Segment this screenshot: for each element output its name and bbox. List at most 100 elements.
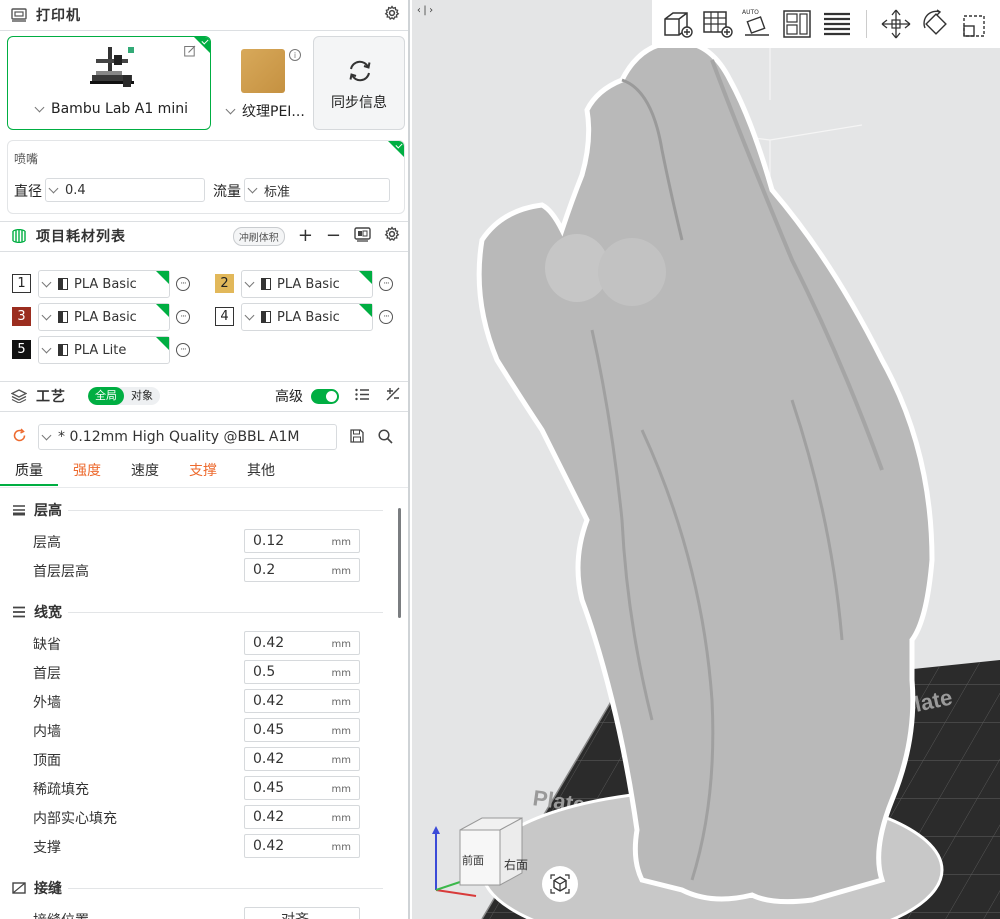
chevron-down-icon xyxy=(244,310,255,320)
more-options-icon[interactable]: ··· xyxy=(379,277,393,291)
diameter-label: 直径 xyxy=(14,184,42,200)
process-preset-select[interactable]: * 0.12mm High Quality @BBL A1M xyxy=(38,424,337,450)
left-sidebar: 打印机 Bambu Lab A1 mini i 纹理PEI... 同步信息 喷嘴… xyxy=(0,0,410,919)
save-preset-icon[interactable] xyxy=(350,429,364,447)
remove-filament-icon[interactable]: − xyxy=(326,227,341,245)
filament-slot-number[interactable]: 2 xyxy=(215,274,234,293)
global-object-switch[interactable]: 全局 对象 xyxy=(88,387,160,405)
filament-name: PLA Lite xyxy=(74,342,127,358)
scale-icon[interactable] xyxy=(959,7,993,41)
setting-value: 0.2 xyxy=(253,562,276,578)
setting-input[interactable]: 0.42 mm xyxy=(244,631,360,655)
tab-3[interactable]: 支撑 xyxy=(174,458,232,486)
unit-label: mm xyxy=(331,784,351,795)
group-title: 接缝 xyxy=(34,881,62,897)
filament-slot-number[interactable]: 4 xyxy=(215,307,234,326)
setting-input[interactable]: 0.45 mm xyxy=(244,776,360,800)
setting-input[interactable]: 0.42 mm xyxy=(244,805,360,829)
printer-settings-gear-icon[interactable] xyxy=(384,5,400,25)
filament-select[interactable]: PLA Basic xyxy=(241,270,373,298)
search-icon[interactable] xyxy=(378,429,393,448)
tab-1[interactable]: 强度 xyxy=(58,458,116,486)
advanced-toggle[interactable] xyxy=(311,388,339,404)
flow-select[interactable]: 标准 xyxy=(244,178,390,202)
printer-section-header: 打印机 xyxy=(0,0,408,30)
tab-2[interactable]: 速度 xyxy=(116,458,174,486)
tab-4[interactable]: 其他 xyxy=(232,458,290,486)
tab-0[interactable]: 质量 xyxy=(0,458,58,486)
compare-icon[interactable] xyxy=(386,387,400,405)
diameter-value: 0.4 xyxy=(65,182,86,198)
add-plate-icon[interactable] xyxy=(700,7,734,41)
info-icon[interactable]: i xyxy=(289,49,301,61)
setting-input[interactable]: 0.45 mm xyxy=(244,718,360,742)
layers-split-icon[interactable] xyxy=(820,7,854,41)
printer-select-card[interactable]: Bambu Lab A1 mini xyxy=(7,36,211,130)
filament-select[interactable]: PLA Basic xyxy=(38,270,170,298)
filament-brand-icon xyxy=(58,344,68,356)
sync-info-button[interactable]: 同步信息 xyxy=(313,36,405,130)
auto-orient-icon[interactable]: AUTO xyxy=(740,7,774,41)
unit-label: mm xyxy=(331,668,351,679)
setting-label: 层高 xyxy=(33,535,61,551)
sync-icon xyxy=(347,59,373,87)
flow-label: 流量 xyxy=(213,184,241,200)
object-option[interactable]: 对象 xyxy=(124,387,160,405)
group-layer-height: 层高 xyxy=(12,500,62,520)
setting-input[interactable]: 0.42 mm xyxy=(244,747,360,771)
more-options-icon[interactable]: ··· xyxy=(379,310,393,324)
sync-ams-icon[interactable] xyxy=(354,226,371,246)
more-options-icon[interactable]: ··· xyxy=(176,277,190,291)
setting-input[interactable]: 0.5 mm xyxy=(244,660,360,684)
chevron-down-icon xyxy=(247,183,258,193)
global-option[interactable]: 全局 xyxy=(88,387,124,405)
move-icon[interactable] xyxy=(879,7,913,41)
unit-label: mm xyxy=(331,697,351,708)
filament-select[interactable]: PLA Basic xyxy=(38,303,170,331)
more-options-icon[interactable]: ··· xyxy=(176,310,190,324)
filament-name: PLA Basic xyxy=(277,309,340,325)
edit-icon[interactable] xyxy=(184,45,196,61)
flow-value: 标准 xyxy=(264,184,291,200)
cube-front-label: 前面 xyxy=(462,854,484,867)
filament-slot-number[interactable]: 5 xyxy=(12,340,31,359)
chevron-down-icon xyxy=(41,430,52,440)
filament-brand-icon xyxy=(261,311,271,323)
plate-select-card[interactable]: i 纹理PEI... xyxy=(218,36,306,130)
list-icon[interactable] xyxy=(355,388,370,405)
arrange-icon[interactable] xyxy=(780,7,814,41)
unit-label: mm xyxy=(331,537,351,548)
group-title: 层高 xyxy=(34,503,62,519)
filament-select[interactable]: PLA Lite xyxy=(38,336,170,364)
filament-slot-number[interactable]: 1 xyxy=(12,274,31,293)
setting-input[interactable]: 0.12 mm xyxy=(244,529,360,553)
setting-label: 支撑 xyxy=(33,840,61,856)
setting-input[interactable]: 0.2 mm xyxy=(244,558,360,582)
unit-label: mm xyxy=(331,566,351,577)
filament-slot-number[interactable]: 3 xyxy=(12,307,31,326)
reset-view-button[interactable] xyxy=(542,866,578,902)
printer-icon xyxy=(10,6,28,24)
filament-settings-gear-icon[interactable] xyxy=(384,226,400,246)
more-options-icon[interactable]: ··· xyxy=(176,343,190,357)
setting-value: 0.5 xyxy=(253,664,276,680)
setting-value: 对齐 xyxy=(281,909,309,919)
reset-preset-icon[interactable] xyxy=(12,428,27,447)
diameter-select[interactable]: 0.4 xyxy=(45,178,205,202)
chevron-down-icon xyxy=(48,183,59,193)
add-filament-icon[interactable]: + xyxy=(298,227,313,245)
group-line-width: 线宽 xyxy=(12,602,62,622)
nozzle-label: 喷嘴 xyxy=(14,152,39,166)
setting-input[interactable]: 对齐 xyxy=(244,907,360,919)
settings-scrollbar[interactable] xyxy=(398,508,401,618)
flush-volume-button[interactable]: 冲刷体积 xyxy=(232,226,285,246)
setting-value: 0.42 xyxy=(253,693,285,709)
setting-value: 0.42 xyxy=(253,751,285,767)
3d-viewport[interactable]: ‹|› Plate Plate AUTO 前面 右面 xyxy=(412,0,1000,919)
view-cube[interactable]: 前面 右面 xyxy=(432,800,542,900)
rotate-icon[interactable] xyxy=(919,7,953,41)
add-object-icon[interactable] xyxy=(660,7,694,41)
setting-input[interactable]: 0.42 mm xyxy=(244,834,360,858)
setting-input[interactable]: 0.42 mm xyxy=(244,689,360,713)
filament-select[interactable]: PLA Basic xyxy=(241,303,373,331)
